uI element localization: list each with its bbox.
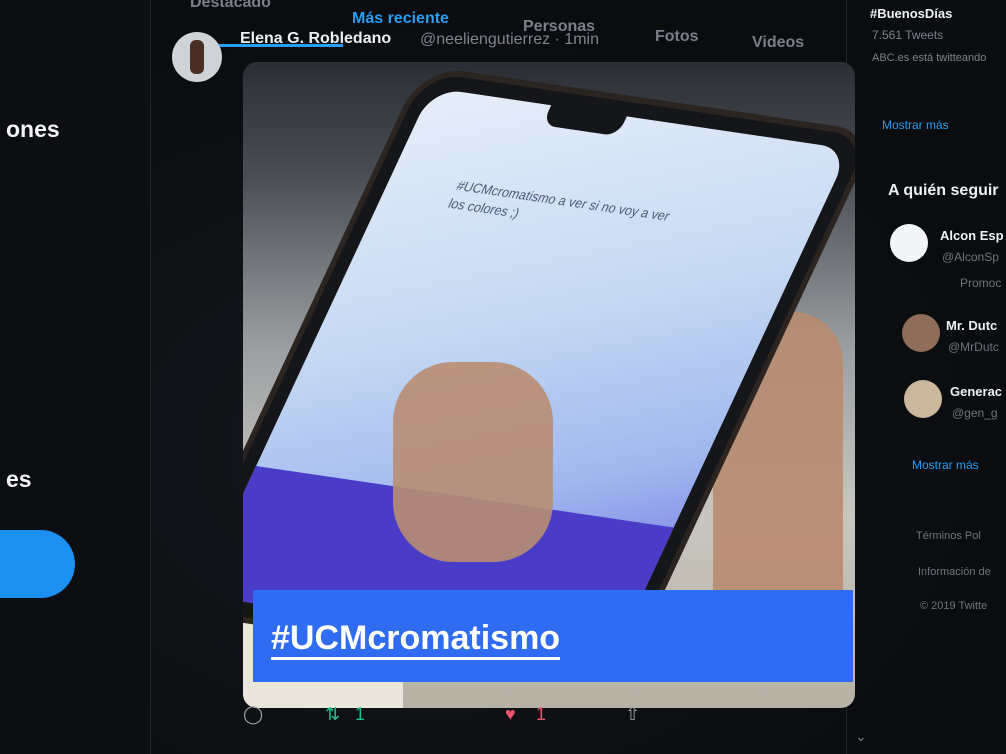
phone-screen-text: #UCMcromatismo a ver si no voy a ver los…: [445, 177, 673, 224]
trend-meta: ABC.es está twitteando: [872, 52, 987, 64]
avatar[interactable]: [172, 32, 222, 82]
screen-photo: ones es Destacado Más reciente Personas …: [0, 0, 1006, 754]
show-more-link[interactable]: Mostrar más: [882, 118, 949, 132]
tab-photos[interactable]: Fotos: [655, 28, 699, 46]
tweet-image[interactable]: oración de losera transmitirde aplicarse…: [243, 62, 855, 708]
sidebar-item-notifications[interactable]: ones: [6, 116, 60, 143]
account-name[interactable]: Generac: [950, 384, 1002, 399]
trend-title[interactable]: #BuenosDías: [870, 6, 952, 21]
footer-copyright: © 2019 Twitte: [920, 600, 988, 612]
footer-terms[interactable]: Términos Pol: [916, 530, 981, 542]
hashtag-text: #UCMcromatismo: [271, 619, 561, 660]
retweet-count: 1: [355, 704, 366, 724]
left-sidebar: ones es: [0, 0, 150, 754]
account-name[interactable]: Alcon Esp: [940, 228, 1004, 243]
avatar[interactable]: [890, 224, 928, 262]
like-count: 1: [536, 704, 547, 724]
show-more-link[interactable]: Mostrar más: [912, 458, 979, 472]
avatar[interactable]: [904, 380, 942, 418]
like-icon[interactable]: ♥: [505, 704, 516, 725]
right-sidebar: [862, 0, 1006, 754]
hand: [393, 362, 553, 562]
reply-icon[interactable]: ◯: [243, 704, 263, 725]
tweet-handle: @neeliengutierrez · 1min: [420, 31, 599, 48]
tab-top[interactable]: Destacado: [190, 0, 271, 12]
account-handle: @MrDutc: [948, 340, 999, 354]
who-to-follow-title: A quién seguir: [888, 182, 999, 199]
tweet-author[interactable]: Elena G. Robledano: [240, 30, 391, 48]
tab-latest[interactable]: Más reciente: [352, 10, 449, 28]
account-handle: @AlconSp: [942, 250, 999, 264]
retweet-icon[interactable]: ⇅: [325, 704, 340, 725]
share-icon[interactable]: ⇧: [625, 704, 640, 725]
promoted-label: Promoc: [960, 276, 1002, 290]
tab-videos[interactable]: Videos: [752, 34, 804, 52]
trend-count: 7.561 Tweets: [872, 28, 944, 42]
tweet-button[interactable]: [0, 530, 75, 598]
account-name[interactable]: Mr. Dutc: [946, 318, 997, 333]
footer-info[interactable]: Información de: [918, 566, 991, 578]
avatar[interactable]: [902, 314, 940, 352]
sidebar-item-more-options[interactable]: es: [6, 466, 32, 493]
account-handle: @gen_g: [952, 406, 998, 420]
